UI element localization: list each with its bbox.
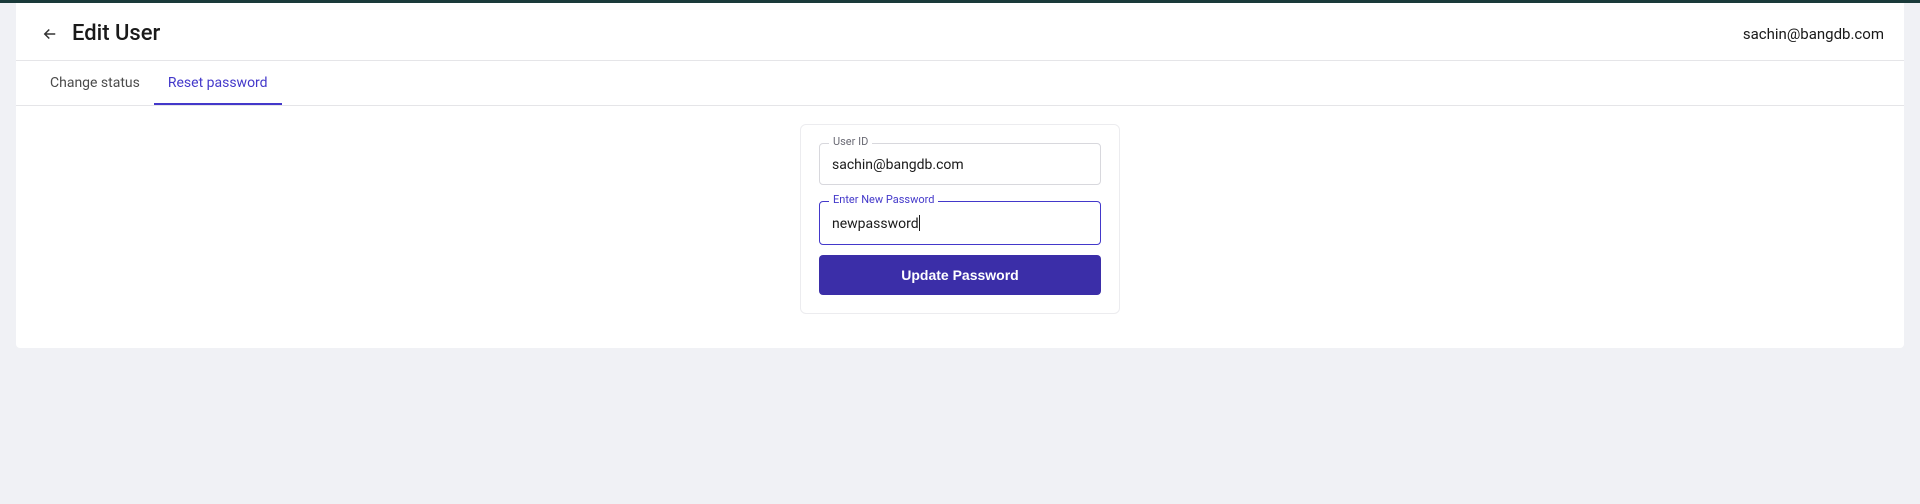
password-value-text: newpassword [832, 216, 919, 232]
password-label: Enter New Password [829, 193, 938, 206]
tab-change-status[interactable]: Change status [36, 61, 154, 105]
tabs-container: Change status Reset password [16, 61, 1904, 106]
page-header: Edit User sachin@bangdb.com [16, 3, 1904, 61]
page-title: Edit User [72, 21, 160, 46]
back-arrow-icon[interactable] [40, 24, 60, 44]
current-user-email: sachin@bangdb.com [1743, 25, 1884, 43]
text-caret [919, 215, 920, 231]
update-password-button[interactable]: Update Password [819, 255, 1101, 295]
tab-reset-password[interactable]: Reset password [154, 61, 282, 105]
password-input[interactable]: newpassword [819, 201, 1101, 245]
password-field-wrapper: Enter New Password newpassword [819, 201, 1101, 245]
user-id-input[interactable] [819, 143, 1101, 185]
user-id-label: User ID [829, 135, 872, 148]
reset-password-form: User ID Enter New Password newpassword U… [800, 124, 1120, 314]
user-id-field-wrapper: User ID [819, 143, 1101, 185]
